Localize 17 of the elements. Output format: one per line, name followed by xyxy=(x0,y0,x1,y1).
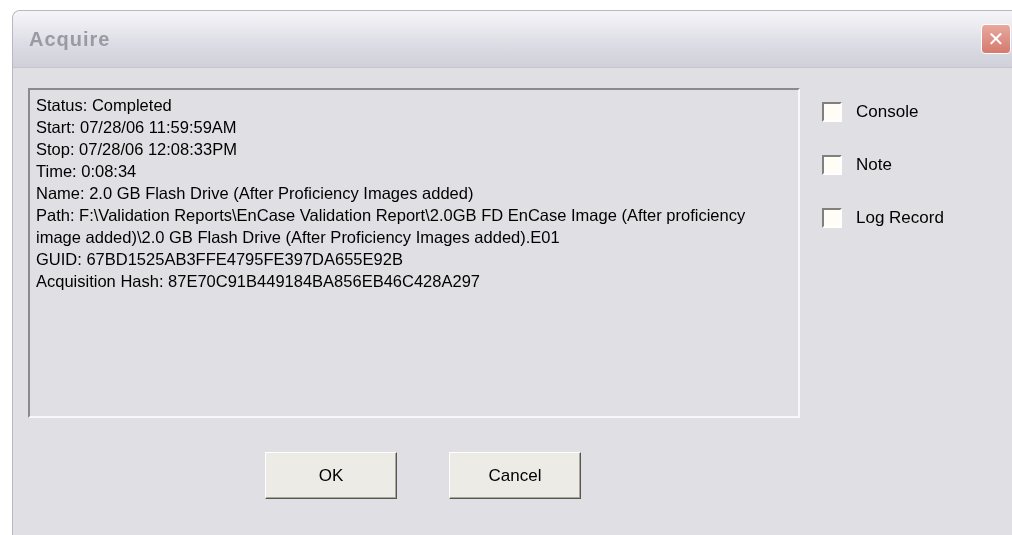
report-line: Status: Completed xyxy=(36,95,173,116)
ok-button[interactable]: OK xyxy=(265,452,397,499)
report-line: Acquisition Hash: 87E70C91B449184BA856EB46C428A297 xyxy=(36,271,481,292)
checkbox[interactable] xyxy=(822,155,842,175)
option-checkbox[interactable]: Log Record xyxy=(822,208,944,228)
cancel-button[interactable]: Cancel xyxy=(449,452,581,499)
option-checkbox[interactable]: Console xyxy=(822,102,944,122)
option-checkbox[interactable]: Note xyxy=(822,155,944,175)
checkbox[interactable] xyxy=(822,102,842,122)
report-line: Path: F:\Validation Reports\EnCase Validation Report\2.0GB FD EnCase Image (After proficiency image added)\2.0 GB Flash Drive (After Proficiency Images added).E01 xyxy=(36,205,747,248)
report-line: Start: 07/28/06 11:59:59AM xyxy=(36,117,238,138)
window-title: Acquire xyxy=(29,27,111,51)
report-line: Name: 2.0 GB Flash Drive (After Proficiency Images added) xyxy=(36,183,475,204)
checkbox[interactable] xyxy=(822,208,842,228)
report-line: GUID: 67BD1525AB3FFE4795FE397DA655E92B xyxy=(36,249,404,270)
report-line: Stop: 07/28/06 12:08:33PM xyxy=(36,139,238,160)
report-line: Time: 0:08:34 xyxy=(36,161,138,182)
